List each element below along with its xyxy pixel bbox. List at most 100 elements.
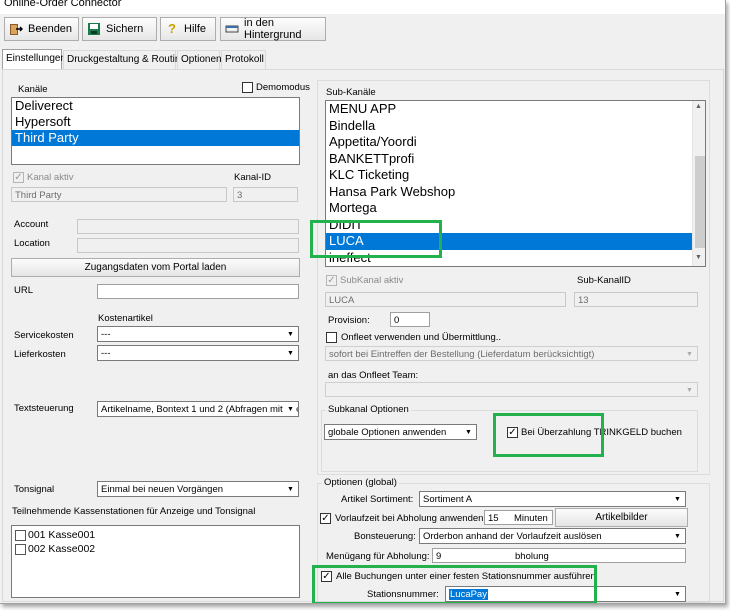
pickup-menu-value: 9 bbox=[436, 551, 442, 562]
subchannels-scrollbar[interactable]: ▲ ▼ bbox=[692, 101, 705, 266]
sound-label: Tonsignal bbox=[14, 484, 55, 495]
channels-list[interactable]: Deliverect Hypersoft Third Party bbox=[11, 97, 300, 165]
location-field[interactable] bbox=[77, 238, 299, 253]
subchannel-item[interactable]: BANKETTprofi bbox=[326, 151, 692, 168]
station-checkbox[interactable] bbox=[15, 530, 26, 541]
delivery-cost-label: Lieferkosten bbox=[14, 349, 66, 360]
station-label: 002 Kasse002 bbox=[28, 543, 96, 555]
text-control-select[interactable]: Artikelname, Bontext 1 und 2 (Abfragen m… bbox=[97, 401, 299, 417]
lead-time-input[interactable]: 15 Minuten bbox=[484, 510, 553, 525]
url-input[interactable] bbox=[97, 284, 299, 299]
channel-id-label: Kanal-ID bbox=[234, 172, 271, 183]
chevron-down-icon: ▼ bbox=[287, 350, 294, 357]
highlight-fixed-station bbox=[312, 565, 597, 603]
subchannel-item[interactable]: Bindella bbox=[326, 118, 692, 135]
pickup-menu-suffix: bholung bbox=[515, 551, 549, 562]
account-label: Account bbox=[14, 219, 49, 230]
channel-active-label: Kanal aktiv bbox=[27, 172, 74, 183]
scroll-down-icon[interactable]: ▼ bbox=[695, 254, 702, 261]
onfleet-checkbox[interactable] bbox=[326, 332, 337, 343]
channel-name-field[interactable]: Third Party bbox=[11, 187, 227, 202]
article-images-button[interactable]: Artikelbilder bbox=[555, 508, 688, 527]
receipt-control-select[interactable]: Orderbon anhand der Vorlaufzeit auslösen… bbox=[419, 528, 686, 544]
tab-print-routing[interactable]: Druckgestaltung & Routing bbox=[63, 50, 186, 69]
assortment-select[interactable]: Sortiment A ▼ bbox=[419, 491, 686, 507]
scroll-thumb[interactable] bbox=[695, 156, 705, 248]
chevron-down-icon: ▼ bbox=[674, 533, 681, 540]
pickup-menu-label: Menügang für Abholung: bbox=[326, 551, 430, 562]
onfleet-team-label: an das Onfleet Team: bbox=[328, 370, 419, 381]
subchannel-active-checkbox[interactable]: ✓ bbox=[326, 275, 337, 286]
url-label: URL bbox=[14, 285, 34, 296]
station-item[interactable]: 001 Kasse001 bbox=[12, 529, 299, 543]
commission-input[interactable]: 0 bbox=[390, 312, 430, 327]
tab-log[interactable]: Protokoll bbox=[221, 50, 266, 69]
global-options-label: Optionen (global) bbox=[322, 477, 399, 488]
window-title: Online-Order Connector bbox=[4, 0, 122, 9]
lead-time-value: 15 bbox=[488, 513, 499, 524]
station-checkbox[interactable] bbox=[15, 544, 26, 555]
title-bar: Online-Order Connector bbox=[0, 0, 725, 14]
pickup-menu-input[interactable]: 9 bholung bbox=[432, 548, 686, 563]
channel-item[interactable]: Third Party bbox=[12, 130, 299, 146]
help-label: Hilfe bbox=[184, 23, 207, 35]
cost-article-label: Kostenartikel bbox=[98, 313, 153, 324]
help-button[interactable]: ? Hilfe bbox=[160, 17, 216, 41]
account-field[interactable] bbox=[77, 219, 299, 234]
quit-label: Beenden bbox=[28, 23, 73, 35]
portal-credentials-button[interactable]: Zugangsdaten vom Portal laden bbox=[11, 258, 300, 277]
demo-checkbox[interactable] bbox=[242, 82, 253, 93]
station-item[interactable]: 002 Kasse002 bbox=[12, 543, 299, 557]
subchannel-active-label: SubKanal aktiv bbox=[340, 275, 404, 286]
onfleet-team-select[interactable]: ▼ bbox=[325, 382, 698, 397]
channel-item[interactable]: Hypersoft bbox=[12, 114, 299, 130]
window-icon bbox=[225, 22, 239, 36]
subchannel-options-select[interactable]: globale Optionen anwenden ▼ bbox=[324, 424, 477, 440]
delivery-cost-select[interactable]: --- ▼ bbox=[97, 345, 299, 361]
quit-button[interactable]: Beenden bbox=[4, 17, 79, 41]
tab-settings[interactable]: Einstellungen bbox=[2, 49, 66, 70]
highlight-tip-option bbox=[493, 413, 604, 457]
service-cost-value: --- bbox=[101, 329, 111, 340]
channel-item[interactable]: Deliverect bbox=[12, 98, 299, 114]
onfleet-label: Onfleet verwenden und Übermittlung.. bbox=[341, 332, 502, 343]
demo-label: Demomodus bbox=[256, 82, 310, 93]
background-label: in den Hintergrund bbox=[244, 17, 302, 41]
subchannel-item[interactable]: KLC Ticketing bbox=[326, 167, 692, 184]
subchannel-id-field[interactable]: 13 bbox=[574, 292, 698, 307]
service-cost-select[interactable]: --- ▼ bbox=[97, 326, 299, 342]
highlight-luca bbox=[310, 220, 442, 258]
subchannel-item[interactable]: MENU APP bbox=[326, 101, 692, 118]
sound-select[interactable]: Einmal bei neuen Vorgängen ▼ bbox=[97, 481, 299, 497]
subchannel-name-field[interactable]: LUCA bbox=[325, 292, 566, 307]
chevron-down-icon: ▼ bbox=[674, 591, 681, 598]
scroll-up-icon[interactable]: ▲ bbox=[695, 103, 702, 110]
subchannel-options-label: Subkanal Optionen bbox=[326, 404, 411, 415]
tab-options[interactable]: Optionen bbox=[177, 50, 222, 69]
subchannel-item[interactable]: Hansa Park Webshop bbox=[326, 184, 692, 201]
lead-time-checkbox[interactable]: ✓ bbox=[320, 513, 331, 524]
channels-label: Kanäle bbox=[18, 84, 48, 95]
stations-list[interactable]: 001 Kasse001 002 Kasse002 bbox=[11, 525, 300, 598]
save-button[interactable]: Sichern bbox=[82, 17, 157, 41]
station-label: 001 Kasse001 bbox=[28, 529, 96, 541]
subchannel-item[interactable]: Mortega bbox=[326, 200, 692, 217]
onfleet-timing-value: sofort bei Eintreffen der Bestellung (Li… bbox=[329, 349, 595, 360]
lead-time-label: Vorlaufzeit bei Abholung anwenden bbox=[335, 513, 484, 524]
location-label: Location bbox=[14, 238, 50, 249]
receipt-control-value: Orderbon anhand der Vorlaufzeit auslösen bbox=[423, 531, 602, 542]
chevron-down-icon: ▼ bbox=[686, 351, 693, 358]
receipt-control-label: Bonsteuerung: bbox=[354, 531, 416, 542]
text-control-value: Artikelname, Bontext 1 und 2 (Abfragen m… bbox=[101, 404, 299, 415]
channel-active-checkbox[interactable]: ✓ bbox=[13, 172, 24, 183]
stations-label: Teilnehmende Kassenstationen für Anzeige… bbox=[12, 506, 256, 517]
chevron-down-icon: ▼ bbox=[674, 496, 681, 503]
assortment-value: Sortiment A bbox=[423, 494, 473, 505]
text-control-label: Textsteuerung bbox=[14, 403, 74, 414]
save-icon bbox=[87, 22, 101, 36]
onfleet-timing-select[interactable]: sofort bei Eintreffen der Bestellung (Li… bbox=[325, 346, 698, 361]
channel-id-field[interactable]: 3 bbox=[233, 187, 298, 202]
background-button[interactable]: in den Hintergrund bbox=[220, 17, 326, 41]
save-label: Sichern bbox=[106, 23, 144, 35]
subchannel-item[interactable]: Appetita/Yoordi bbox=[326, 134, 692, 151]
